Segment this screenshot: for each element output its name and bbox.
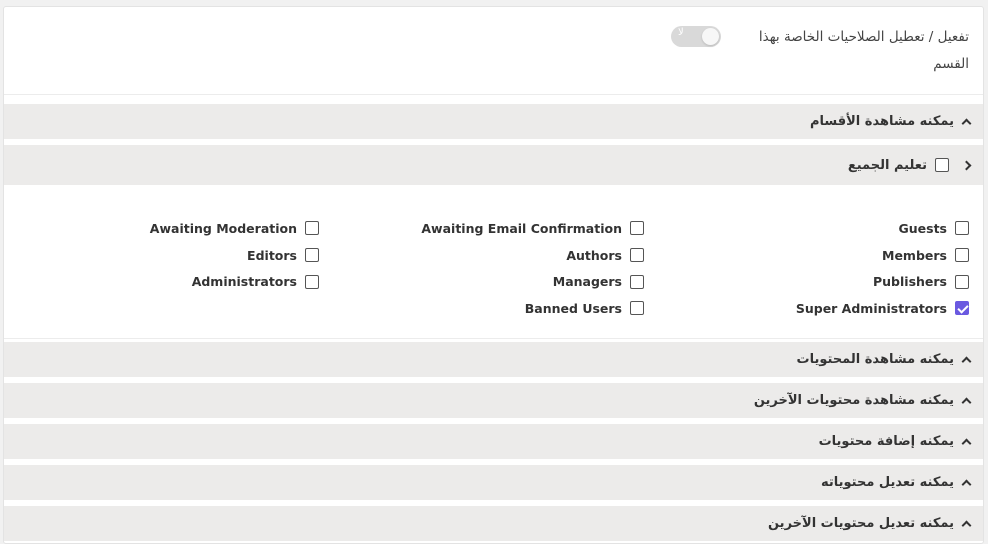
group-label: Members <box>882 247 947 263</box>
permissions-panel: تفعيل / تعطيل الصلاحيات الخاصة بهذا القس… <box>3 6 984 544</box>
group-checkbox[interactable] <box>630 221 644 236</box>
section-view-others-contents[interactable]: يمكنه مشاهدة محتويات الآخرين <box>4 383 983 418</box>
group-option-publishers[interactable]: Publishers <box>669 268 969 295</box>
permissions-toggle-label: تفعيل / تعطيل الصلاحيات الخاصة بهذا القس… <box>758 29 969 72</box>
group-option-administrators[interactable]: Administrators <box>19 268 319 295</box>
group-label: Administrators <box>191 274 297 290</box>
chevron-up-icon <box>961 520 972 531</box>
groups-column-right: Guests Members Publishers Super Administ… <box>669 215 969 322</box>
section-label: يمكنه إضافة محتويات <box>818 434 954 449</box>
user-groups-grid: Guests Members Publishers Super Administ… <box>4 185 983 339</box>
groups-column-middle: Awaiting Email Confirmation Authors Mana… <box>344 215 644 322</box>
select-all-checkbox[interactable] <box>935 158 949 172</box>
group-option-awaiting-moderation[interactable]: Awaiting Moderation <box>19 215 319 242</box>
group-option-awaiting-email[interactable]: Awaiting Email Confirmation <box>344 215 644 242</box>
chevron-up-icon <box>961 438 972 449</box>
group-option-managers[interactable]: Managers <box>344 268 644 295</box>
group-option-banned-users[interactable]: Banned Users <box>344 295 644 322</box>
group-option-editors[interactable]: Editors <box>19 242 319 269</box>
group-option-super-administrators[interactable]: Super Administrators <box>669 295 969 322</box>
switch-knob <box>702 28 719 45</box>
group-checkbox[interactable] <box>305 221 319 236</box>
group-option-members[interactable]: Members <box>669 242 969 269</box>
group-option-guests[interactable]: Guests <box>669 215 969 242</box>
group-label: Banned Users <box>524 300 622 316</box>
section-edit-own-contents[interactable]: يمكنه تعديل محتوياته <box>4 465 983 500</box>
permissions-toggle-switch[interactable]: لا <box>671 26 721 47</box>
group-label: Guests <box>898 220 948 236</box>
group-label: Managers <box>552 274 622 290</box>
group-checkbox[interactable] <box>305 274 319 289</box>
groups-column-left: Awaiting Moderation Editors Administrato… <box>19 215 319 295</box>
section-label: يمكنه مشاهدة المحتويات <box>796 352 954 367</box>
section-add-contents[interactable]: يمكنه إضافة محتويات <box>4 424 983 459</box>
group-label: Publishers <box>873 274 947 290</box>
section-edit-others-contents[interactable]: يمكنه تعديل محتويات الآخرين <box>4 506 983 541</box>
group-label: Super Administrators <box>795 300 947 316</box>
chevron-up-icon <box>961 356 972 367</box>
group-label: Editors <box>247 247 297 263</box>
group-label: Awaiting Moderation <box>149 220 297 236</box>
chevron-up-icon <box>961 118 972 129</box>
page: تفعيل / تعطيل الصلاحيات الخاصة بهذا القس… <box>0 0 988 544</box>
chevron-left-icon[interactable] <box>961 160 972 170</box>
section-label: يمكنه مشاهدة الأقسام <box>809 114 954 129</box>
permissions-toggle-row: تفعيل / تعطيل الصلاحيات الخاصة بهذا القس… <box>4 7 983 95</box>
group-checkbox[interactable] <box>630 274 644 289</box>
group-checkbox[interactable] <box>955 274 969 289</box>
group-checkbox[interactable] <box>305 248 319 263</box>
switch-state-mark: لا <box>678 27 684 38</box>
chevron-up-icon <box>961 397 972 408</box>
section-label: يمكنه تعديل محتويات الآخرين <box>767 516 954 531</box>
group-label: Authors <box>566 247 622 263</box>
section-view-contents[interactable]: يمكنه مشاهدة المحتويات <box>4 342 983 377</box>
group-checkbox-checked[interactable] <box>955 301 969 316</box>
select-all-row: تعليم الجميع <box>4 145 983 185</box>
section-label: يمكنه مشاهدة محتويات الآخرين <box>753 393 954 408</box>
section-label: يمكنه تعديل محتوياته <box>820 475 954 490</box>
section-view-categories[interactable]: يمكنه مشاهدة الأقسام <box>4 104 983 139</box>
group-label: Awaiting Email Confirmation <box>421 220 622 236</box>
group-checkbox[interactable] <box>955 221 969 236</box>
group-option-authors[interactable]: Authors <box>344 242 644 269</box>
chevron-up-icon <box>961 479 972 490</box>
select-all-label: تعليم الجميع <box>847 157 927 173</box>
group-checkbox[interactable] <box>955 248 969 263</box>
group-checkbox[interactable] <box>630 248 644 263</box>
group-checkbox[interactable] <box>630 301 644 316</box>
